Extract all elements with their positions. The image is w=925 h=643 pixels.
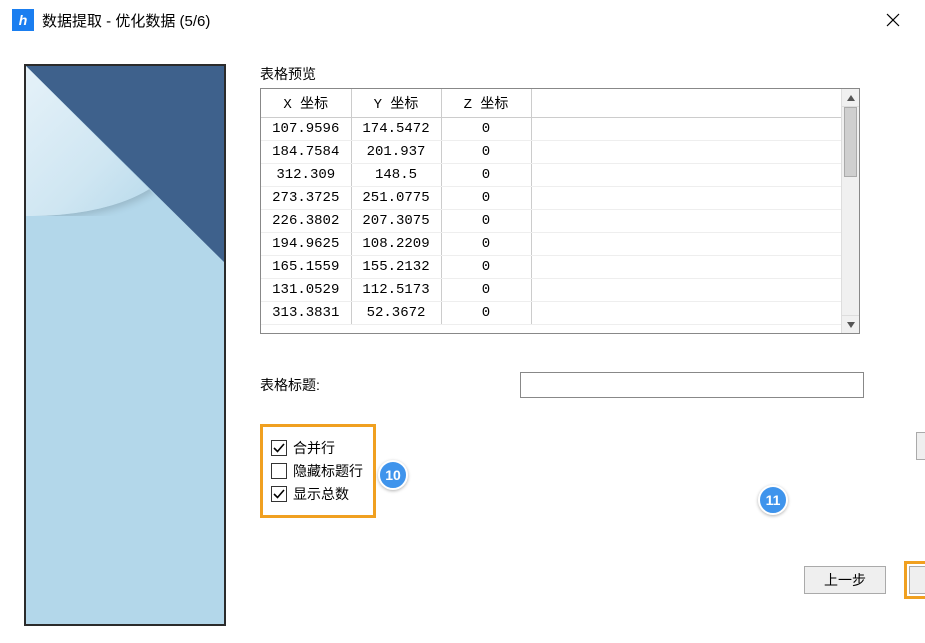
- callout-badge-10: 10: [378, 460, 408, 490]
- table-cell: 312.309: [261, 164, 351, 187]
- checkbox-icon: [271, 463, 287, 479]
- table-cell: 0: [441, 233, 531, 256]
- table-row[interactable]: 131.0529112.51730: [261, 279, 841, 302]
- sort-button-wrap: 列排序选项: [916, 432, 925, 460]
- table-cell: [531, 141, 841, 164]
- callout-badge-11: 11: [758, 485, 788, 515]
- table-cell: 194.9625: [261, 233, 351, 256]
- table-row[interactable]: 313.383152.36720: [261, 302, 841, 325]
- app-icon: h: [12, 9, 34, 31]
- table-cell: 226.3802: [261, 210, 351, 233]
- column-sort-options-button[interactable]: 列排序选项: [916, 432, 925, 460]
- table-preview: X 坐标 Y 坐标 Z 坐标 107.9596174.54720184.7584…: [260, 88, 860, 334]
- window-title: 数据提取 - 优化数据 (5/6): [42, 10, 873, 31]
- table-row[interactable]: 273.3725251.07750: [261, 187, 841, 210]
- checkbox-icon: [271, 440, 287, 456]
- titlebar: h 数据提取 - 优化数据 (5/6): [0, 0, 925, 40]
- table-row[interactable]: 226.3802207.30750: [261, 210, 841, 233]
- table-cell: 52.3672: [351, 302, 441, 325]
- table-cell: 201.937: [351, 141, 441, 164]
- table-cell: 313.3831: [261, 302, 351, 325]
- table-cell: 0: [441, 141, 531, 164]
- table-row[interactable]: 107.9596174.54720: [261, 118, 841, 141]
- scroll-up-icon[interactable]: [842, 89, 859, 107]
- table-cell: 174.5472: [351, 118, 441, 141]
- table-cell: [531, 279, 841, 302]
- table-cell: 131.0529: [261, 279, 351, 302]
- table-scroll-area: X 坐标 Y 坐标 Z 坐标 107.9596174.54720184.7584…: [261, 89, 841, 333]
- table-title-label: 表格标题:: [260, 375, 520, 395]
- table-cell: [531, 187, 841, 210]
- options-group: 合并行 隐藏标题行 显示总数: [260, 424, 376, 518]
- checkbox-label: 合并行: [293, 438, 335, 458]
- table-title-row: 表格标题:: [260, 372, 901, 398]
- table-cell: 184.7584: [261, 141, 351, 164]
- vertical-scrollbar[interactable]: [841, 89, 859, 333]
- table-cell: 108.2209: [351, 233, 441, 256]
- table-cell: 0: [441, 302, 531, 325]
- next-button[interactable]: 下一步: [909, 566, 925, 594]
- table-cell: 148.5: [351, 164, 441, 187]
- col-header-blank[interactable]: [531, 89, 841, 118]
- checkbox-show-total[interactable]: 显示总数: [271, 484, 363, 504]
- close-icon[interactable]: [873, 0, 913, 40]
- dialog-window: h 数据提取 - 优化数据 (5/6) 表格预览 X 坐标 Y 坐标: [0, 0, 925, 643]
- right-panel: 表格预览 X 坐标 Y 坐标 Z 坐标 107.9596174.5472018: [260, 64, 901, 643]
- checkbox-hide-header[interactable]: 隐藏标题行: [271, 461, 363, 481]
- table-row[interactable]: 165.1559155.21320: [261, 256, 841, 279]
- table-row[interactable]: 184.7584201.9370: [261, 141, 841, 164]
- table-cell: 0: [441, 118, 531, 141]
- table-cell: 0: [441, 210, 531, 233]
- table-cell: 112.5173: [351, 279, 441, 302]
- col-header-x[interactable]: X 坐标: [261, 89, 351, 118]
- col-header-y[interactable]: Y 坐标: [351, 89, 441, 118]
- table-cell: [531, 118, 841, 141]
- table-cell: 0: [441, 187, 531, 210]
- table-cell: 165.1559: [261, 256, 351, 279]
- table-cell: 273.3725: [261, 187, 351, 210]
- scroll-down-icon[interactable]: [842, 315, 859, 333]
- table-cell: 0: [441, 164, 531, 187]
- col-header-z[interactable]: Z 坐标: [441, 89, 531, 118]
- checkbox-label: 隐藏标题行: [293, 461, 363, 481]
- table-cell: [531, 164, 841, 187]
- table-cell: [531, 256, 841, 279]
- table-cell: 0: [441, 279, 531, 302]
- table-cell: 251.0775: [351, 187, 441, 210]
- wizard-footer: 上一步 下一步 取消: [804, 561, 925, 599]
- table-cell: [531, 233, 841, 256]
- checkbox-label: 显示总数: [293, 484, 349, 504]
- scrollbar-thumb[interactable]: [844, 107, 857, 177]
- table-cell: 0: [441, 256, 531, 279]
- table-cell: [531, 302, 841, 325]
- checkbox-merge-rows[interactable]: 合并行: [271, 438, 363, 458]
- prev-button[interactable]: 上一步: [804, 566, 886, 594]
- table-cell: 107.9596: [261, 118, 351, 141]
- table-cell: [531, 210, 841, 233]
- table-row[interactable]: 194.9625108.22090: [261, 233, 841, 256]
- table-row[interactable]: 312.309148.50: [261, 164, 841, 187]
- data-table: X 坐标 Y 坐标 Z 坐标 107.9596174.54720184.7584…: [261, 89, 841, 325]
- dialog-body: 表格预览 X 坐标 Y 坐标 Z 坐标 107.9596174.5472018: [0, 40, 925, 643]
- next-button-highlight: 下一步: [904, 561, 925, 599]
- table-cell: 207.3075: [351, 210, 441, 233]
- page-preview-thumbnail: [24, 64, 226, 626]
- table-title-input[interactable]: [520, 372, 864, 398]
- table-cell: 155.2132: [351, 256, 441, 279]
- table-preview-label: 表格预览: [260, 64, 901, 84]
- table-header-row: X 坐标 Y 坐标 Z 坐标: [261, 89, 841, 118]
- checkbox-icon: [271, 486, 287, 502]
